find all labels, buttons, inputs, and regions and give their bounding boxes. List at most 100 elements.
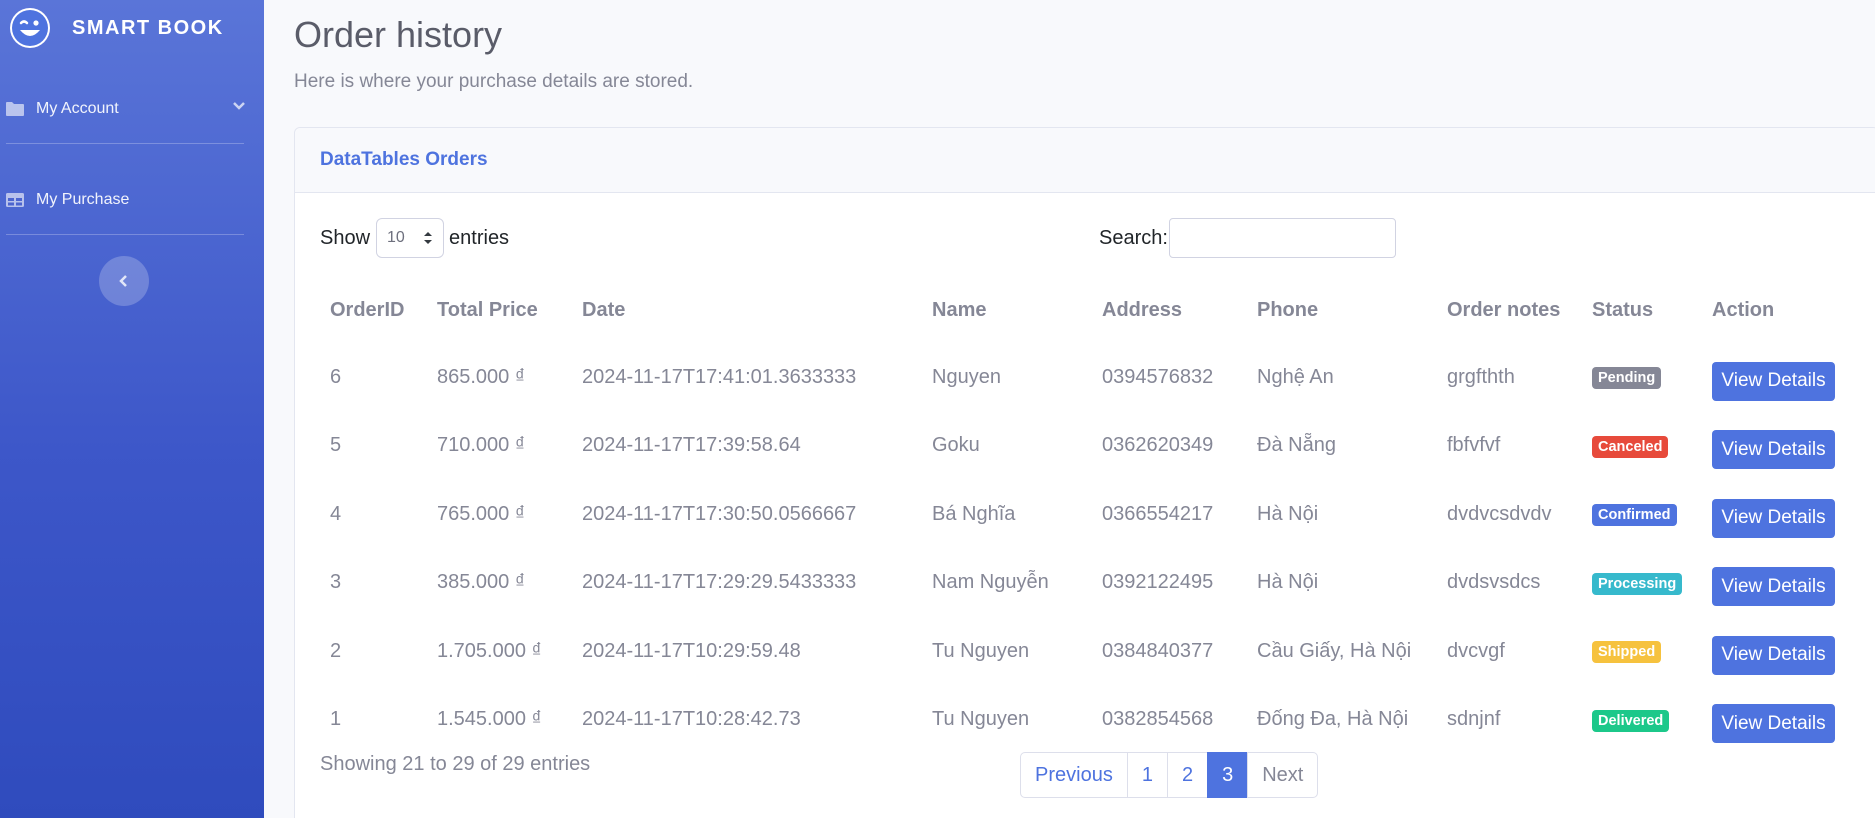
address-cell: 0394576832 <box>1102 365 1214 388</box>
name-cell: Bá Nghĩa <box>932 502 1016 525</box>
order-id-cell: 4 <box>330 502 342 525</box>
order-notes-cell: dvcvgf <box>1447 639 1505 662</box>
order-notes-cell: dvdvcsdvdv <box>1447 502 1552 525</box>
order-notes-cell: sdnjnf <box>1447 708 1501 731</box>
table-row: 5 710.000 ₫ 2024-11-17T17:39:58.64 Goku … <box>320 412 1850 481</box>
orders-table: OrderID Total Price Date Name Address Ph… <box>320 278 1850 754</box>
total-price-cell: 765.000 ₫ <box>437 502 526 525</box>
status-badge: Shipped <box>1592 641 1662 664</box>
page-subtitle: Here is where your purchase details are … <box>294 71 694 92</box>
date-cell: 2024-11-17T17:41:01.3633333 <box>582 365 857 388</box>
order-id-cell: 1 <box>330 708 342 731</box>
phone-cell: Đống Đa, Hà Nội <box>1257 708 1409 731</box>
order-id-cell: 5 <box>330 434 342 457</box>
sidebar-toggle-button[interactable] <box>99 256 149 306</box>
order-notes-cell: fbfvfvf <box>1447 434 1501 457</box>
date-cell: 2024-11-17T10:28:42.73 <box>582 708 801 731</box>
column-header[interactable]: Phone <box>1247 278 1437 343</box>
phone-cell: Cầu Giấy, Hà Nội <box>1257 639 1412 662</box>
table-row: 2 1.705.000 ₫ 2024-11-17T10:29:59.48 Tu … <box>320 617 1850 686</box>
sidebar-item-my-account[interactable]: My Account <box>0 81 250 137</box>
entries-label: entries <box>449 226 510 249</box>
search-label: Search: <box>1099 226 1168 249</box>
address-cell: 0392122495 <box>1102 571 1214 594</box>
brand[interactable]: SMART BOOK <box>0 0 264 56</box>
pagination-page-3[interactable]: 3 <box>1207 752 1249 798</box>
orders-card: DataTables Orders Show 10 entries Search… <box>294 127 1875 818</box>
pagination-page-2[interactable]: 2 <box>1166 752 1209 798</box>
column-header[interactable]: Order notes <box>1437 278 1582 343</box>
name-cell: Tu Nguyen <box>932 708 1030 731</box>
pagination-previous[interactable]: Previous <box>1020 752 1128 798</box>
total-price-cell: 1.705.000 ₫ <box>437 639 542 662</box>
pagination: Previous 1 2 3 Next <box>1020 752 1319 798</box>
table-row: 6 865.000 ₫ 2024-11-17T17:41:01.3633333 … <box>320 343 1850 412</box>
folder-icon <box>6 102 24 116</box>
date-cell: 2024-11-17T17:29:29.5433333 <box>582 571 857 594</box>
table-row: 1 1.545.000 ₫ 2024-11-17T10:28:42.73 Tu … <box>320 686 1850 755</box>
main-content: Order history Here is where your purchas… <box>264 0 1875 818</box>
table-info: Showing 21 to 29 of 29 entries <box>320 753 591 775</box>
sidebar-item-my-purchase[interactable]: My Purchase <box>0 172 250 228</box>
status-badge: Processing <box>1592 572 1683 595</box>
address-cell: 0362620349 <box>1102 434 1214 457</box>
phone-cell: Đà Nẵng <box>1257 434 1336 457</box>
view-details-button[interactable]: View Details <box>1712 498 1835 538</box>
name-cell: Nam Nguyễn <box>932 571 1049 594</box>
view-details-button[interactable]: View Details <box>1712 635 1835 675</box>
column-header[interactable]: Total Price <box>427 278 572 343</box>
name-cell: Goku <box>932 434 980 457</box>
table-icon <box>6 193 24 207</box>
chevron-left-icon <box>119 275 127 287</box>
status-badge: Confirmed <box>1592 504 1677 527</box>
sidebar: SMART BOOK My Account My Purchase <box>0 0 264 818</box>
total-price-cell: 385.000 ₫ <box>437 571 526 594</box>
sidebar-divider <box>6 234 244 235</box>
search-control: Search: <box>1099 218 1396 258</box>
view-details-button[interactable]: View Details <box>1712 361 1835 401</box>
status-badge: Delivered <box>1592 709 1670 732</box>
sidebar-item-label: My Account <box>36 100 119 117</box>
phone-cell: Nghệ An <box>1257 365 1334 388</box>
column-header[interactable]: OrderID <box>320 278 427 343</box>
show-label: Show <box>320 226 371 249</box>
date-cell: 2024-11-17T10:29:59.48 <box>582 639 801 662</box>
address-cell: 0384840377 <box>1102 639 1214 662</box>
view-details-button[interactable]: View Details <box>1712 704 1835 744</box>
table-row: 3 385.000 ₫ 2024-11-17T17:29:29.5433333 … <box>320 549 1850 618</box>
total-price-cell: 865.000 ₫ <box>437 365 526 388</box>
phone-cell: Hà Nội <box>1257 571 1319 594</box>
table-row: 4 765.000 ₫ 2024-11-17T17:30:50.0566667 … <box>320 480 1850 549</box>
date-cell: 2024-11-17T17:30:50.0566667 <box>582 502 857 525</box>
card-header: DataTables Orders <box>295 128 1875 193</box>
address-cell: 0366554217 <box>1102 502 1214 525</box>
brand-name: SMART BOOK <box>72 16 224 39</box>
sidebar-item-label: My Purchase <box>36 191 130 208</box>
sort-arrows-icon <box>424 232 433 244</box>
name-cell: Tu Nguyen <box>932 639 1030 662</box>
entries-select[interactable]: 10 <box>376 218 445 258</box>
view-details-button[interactable]: View Details <box>1712 430 1835 470</box>
phone-cell: Hà Nội <box>1257 502 1319 525</box>
pagination-page-1[interactable]: 1 <box>1126 752 1168 798</box>
pagination-next[interactable]: Next <box>1247 752 1319 798</box>
order-id-cell: 3 <box>330 571 342 594</box>
status-badge: Pending <box>1592 367 1662 390</box>
column-header[interactable]: Address <box>1092 278 1247 343</box>
order-notes-cell: grgfthth <box>1447 365 1515 388</box>
date-cell: 2024-11-17T17:39:58.64 <box>582 434 801 457</box>
order-id-cell: 2 <box>330 639 342 662</box>
column-header[interactable]: Date <box>572 278 922 343</box>
status-badge: Canceled <box>1592 435 1669 458</box>
entries-length-control: Show 10 entries <box>320 218 509 258</box>
column-header[interactable]: Status <box>1582 278 1702 343</box>
entries-select-value: 10 <box>387 229 405 246</box>
view-details-button[interactable]: View Details <box>1712 567 1835 607</box>
search-input[interactable] <box>1168 218 1396 258</box>
column-header[interactable]: Action <box>1702 278 1850 343</box>
total-price-cell: 1.545.000 ₫ <box>437 708 542 731</box>
chevron-down-icon <box>233 102 245 110</box>
order-id-cell: 6 <box>330 365 342 388</box>
column-header[interactable]: Name <box>922 278 1092 343</box>
card-title: DataTables Orders <box>320 149 488 170</box>
